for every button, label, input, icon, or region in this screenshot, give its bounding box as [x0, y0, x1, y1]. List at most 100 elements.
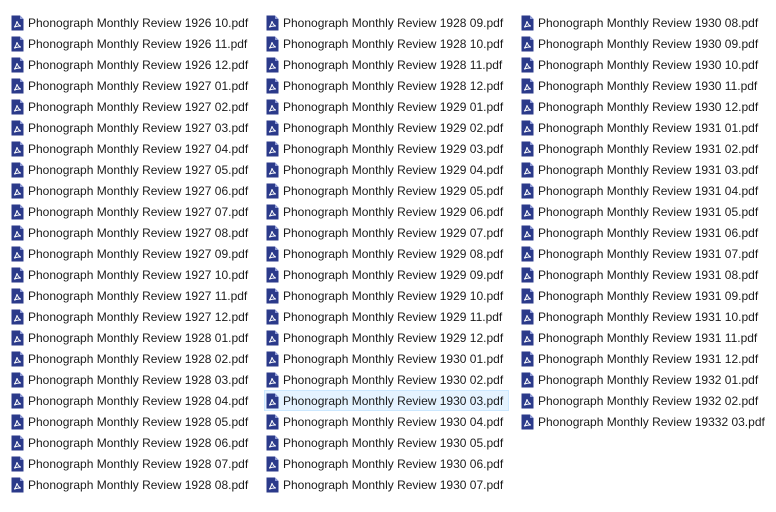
file-item[interactable]: Phonograph Monthly Review 1929 12.pdf	[264, 327, 509, 348]
pdf-file-icon	[521, 120, 534, 135]
pdf-file-icon	[521, 309, 534, 324]
file-item[interactable]: Phonograph Monthly Review 1931 06.pdf	[519, 222, 771, 243]
file-item[interactable]: Phonograph Monthly Review 1928 05.pdf	[9, 411, 254, 432]
file-item[interactable]: Phonograph Monthly Review 1930 02.pdf	[264, 369, 509, 390]
file-name-label: Phonograph Monthly Review 1929 11.pdf	[283, 309, 503, 324]
file-item[interactable]: Phonograph Monthly Review 1926 11.pdf	[9, 33, 254, 54]
file-column-1: Phonograph Monthly Review 1926 10.pdf Pho…	[9, 12, 254, 495]
file-item[interactable]: Phonograph Monthly Review 1930 10.pdf	[519, 54, 771, 75]
file-item[interactable]: Phonograph Monthly Review 1928 10.pdf	[264, 33, 509, 54]
file-item[interactable]: Phonograph Monthly Review 1929 07.pdf	[264, 222, 509, 243]
file-item[interactable]: Phonograph Monthly Review 1931 04.pdf	[519, 180, 771, 201]
file-item[interactable]: Phonograph Monthly Review 1930 11.pdf	[519, 75, 771, 96]
file-item[interactable]: Phonograph Monthly Review 1929 10.pdf	[264, 285, 509, 306]
file-item[interactable]: Phonograph Monthly Review 1930 12.pdf	[519, 96, 771, 117]
pdf-file-icon	[11, 330, 24, 345]
file-item[interactable]: Phonograph Monthly Review 1929 06.pdf	[264, 201, 509, 222]
file-name-label: Phonograph Monthly Review 1930 03.pdf	[283, 393, 504, 408]
file-name-label: Phonograph Monthly Review 1930 08.pdf	[538, 15, 759, 30]
pdf-file-icon	[521, 204, 534, 219]
file-item[interactable]: Phonograph Monthly Review 1929 08.pdf	[264, 243, 509, 264]
file-item[interactable]: Phonograph Monthly Review 1931 01.pdf	[519, 117, 771, 138]
file-item[interactable]: Phonograph Monthly Review 1930 05.pdf	[264, 432, 509, 453]
pdf-file-icon	[11, 456, 24, 471]
file-item[interactable]: Phonograph Monthly Review 1931 07.pdf	[519, 243, 771, 264]
file-name-label: Phonograph Monthly Review 1931 06.pdf	[538, 225, 759, 240]
file-item[interactable]: Phonograph Monthly Review 1930 04.pdf	[264, 411, 509, 432]
pdf-file-icon	[266, 456, 279, 471]
file-item[interactable]: Phonograph Monthly Review 19332 03.pdf	[519, 411, 771, 432]
file-item[interactable]: Phonograph Monthly Review 1928 03.pdf	[9, 369, 254, 390]
file-item[interactable]: Phonograph Monthly Review 1927 11.pdf	[9, 285, 254, 306]
file-item[interactable]: Phonograph Monthly Review 1927 07.pdf	[9, 201, 254, 222]
file-name-label: Phonograph Monthly Review 1928 02.pdf	[28, 351, 249, 366]
pdf-file-icon	[521, 183, 534, 198]
file-item[interactable]: Phonograph Monthly Review 1927 06.pdf	[9, 180, 254, 201]
pdf-file-icon	[266, 351, 279, 366]
file-item[interactable]: Phonograph Monthly Review 1927 10.pdf	[9, 264, 254, 285]
file-item[interactable]: Phonograph Monthly Review 1928 04.pdf	[9, 390, 254, 411]
file-name-label: Phonograph Monthly Review 1927 08.pdf	[28, 225, 249, 240]
file-item[interactable]: Phonograph Monthly Review 1931 08.pdf	[519, 264, 771, 285]
file-name-label: Phonograph Monthly Review 1927 04.pdf	[28, 141, 249, 156]
file-item[interactable]: Phonograph Monthly Review 1927 03.pdf	[9, 117, 254, 138]
file-item[interactable]: Phonograph Monthly Review 1926 12.pdf	[9, 54, 254, 75]
file-item[interactable]: Phonograph Monthly Review 1928 08.pdf	[9, 474, 254, 495]
file-item[interactable]: Phonograph Monthly Review 1929 09.pdf	[264, 264, 509, 285]
file-item[interactable]: Phonograph Monthly Review 1929 04.pdf	[264, 159, 509, 180]
pdf-file-icon	[11, 162, 24, 177]
file-item[interactable]: Phonograph Monthly Review 1928 11.pdf	[264, 54, 509, 75]
pdf-file-icon	[266, 78, 279, 93]
pdf-file-icon	[266, 435, 279, 450]
file-item[interactable]: Phonograph Monthly Review 1927 05.pdf	[9, 159, 254, 180]
pdf-file-icon	[266, 309, 279, 324]
file-item[interactable]: Phonograph Monthly Review 1931 10.pdf	[519, 306, 771, 327]
file-item[interactable]: Phonograph Monthly Review 1932 02.pdf	[519, 390, 771, 411]
file-item[interactable]: Phonograph Monthly Review 1930 03.pdf	[264, 390, 510, 411]
file-item[interactable]: Phonograph Monthly Review 1931 09.pdf	[519, 285, 771, 306]
file-item[interactable]: Phonograph Monthly Review 1931 12.pdf	[519, 348, 771, 369]
file-item[interactable]: Phonograph Monthly Review 1927 01.pdf	[9, 75, 254, 96]
file-item[interactable]: Phonograph Monthly Review 1928 02.pdf	[9, 348, 254, 369]
file-item[interactable]: Phonograph Monthly Review 1927 08.pdf	[9, 222, 254, 243]
file-item[interactable]: Phonograph Monthly Review 1930 06.pdf	[264, 453, 509, 474]
file-item[interactable]: Phonograph Monthly Review 1928 12.pdf	[264, 75, 509, 96]
file-name-label: Phonograph Monthly Review 1931 07.pdf	[538, 246, 759, 261]
file-item[interactable]: Phonograph Monthly Review 1927 09.pdf	[9, 243, 254, 264]
file-item[interactable]: Phonograph Monthly Review 1930 01.pdf	[264, 348, 509, 369]
file-item[interactable]: Phonograph Monthly Review 1929 03.pdf	[264, 138, 509, 159]
pdf-file-icon	[266, 36, 279, 51]
pdf-file-icon	[521, 414, 534, 429]
file-item[interactable]: Phonograph Monthly Review 1927 02.pdf	[9, 96, 254, 117]
file-item[interactable]: Phonograph Monthly Review 1929 01.pdf	[264, 96, 509, 117]
file-item[interactable]: Phonograph Monthly Review 1929 02.pdf	[264, 117, 509, 138]
file-name-label: Phonograph Monthly Review 1931 10.pdf	[538, 309, 759, 324]
file-name-label: Phonograph Monthly Review 1929 09.pdf	[283, 267, 504, 282]
file-name-label: Phonograph Monthly Review 1930 10.pdf	[538, 57, 759, 72]
file-name-label: Phonograph Monthly Review 1929 01.pdf	[283, 99, 504, 114]
file-item[interactable]: Phonograph Monthly Review 1928 01.pdf	[9, 327, 254, 348]
file-name-label: Phonograph Monthly Review 1930 07.pdf	[283, 477, 504, 492]
file-item[interactable]: Phonograph Monthly Review 1931 05.pdf	[519, 201, 771, 222]
pdf-file-icon	[11, 435, 24, 450]
pdf-file-icon	[266, 162, 279, 177]
file-item[interactable]: Phonograph Monthly Review 1930 07.pdf	[264, 474, 509, 495]
file-item[interactable]: Phonograph Monthly Review 1929 11.pdf	[264, 306, 509, 327]
file-item[interactable]: Phonograph Monthly Review 1927 04.pdf	[9, 138, 254, 159]
pdf-file-icon	[521, 57, 534, 72]
file-item[interactable]: Phonograph Monthly Review 1931 03.pdf	[519, 159, 771, 180]
pdf-file-icon	[521, 162, 534, 177]
file-item[interactable]: Phonograph Monthly Review 1928 06.pdf	[9, 432, 254, 453]
file-name-label: Phonograph Monthly Review 1928 03.pdf	[28, 372, 249, 387]
file-name-label: Phonograph Monthly Review 1928 09.pdf	[283, 15, 504, 30]
file-item[interactable]: Phonograph Monthly Review 1928 07.pdf	[9, 453, 254, 474]
file-item[interactable]: Phonograph Monthly Review 1931 02.pdf	[519, 138, 771, 159]
file-item[interactable]: Phonograph Monthly Review 1927 12.pdf	[9, 306, 254, 327]
file-item[interactable]: Phonograph Monthly Review 1930 09.pdf	[519, 33, 771, 54]
file-item[interactable]: Phonograph Monthly Review 1929 05.pdf	[264, 180, 509, 201]
file-item[interactable]: Phonograph Monthly Review 1932 01.pdf	[519, 369, 771, 390]
file-item[interactable]: Phonograph Monthly Review 1928 09.pdf	[264, 12, 509, 33]
file-item[interactable]: Phonograph Monthly Review 1931 11.pdf	[519, 327, 771, 348]
file-item[interactable]: Phonograph Monthly Review 1930 08.pdf	[519, 12, 771, 33]
file-item[interactable]: Phonograph Monthly Review 1926 10.pdf	[9, 12, 254, 33]
